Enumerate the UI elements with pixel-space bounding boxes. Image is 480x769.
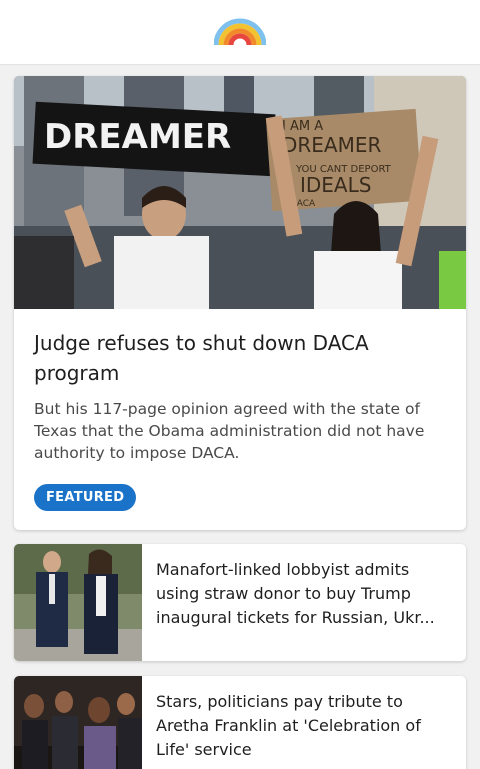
story-card[interactable]: Manafort-linked lobbyist admits using st… [14, 544, 466, 661]
rainbow-logo-icon[interactable] [214, 17, 266, 45]
app-header [0, 0, 480, 65]
sign-text-dreamer-2: DREAMER [282, 133, 382, 157]
story-title[interactable]: Manafort-linked lobbyist admits using st… [156, 558, 456, 630]
featured-story-description: But his 117-page opinion agreed with the… [34, 400, 425, 462]
featured-story-card[interactable]: DREAMER I AM A DREAMER YOU CANT DEPORT I… [14, 76, 466, 530]
featured-story-photo: DREAMER I AM A DREAMER YOU CANT DEPORT I… [14, 76, 466, 309]
featured-story-title[interactable]: Judge refuses to shut down DACA program [34, 328, 454, 388]
story-card[interactable]: Stars, politicians pay tribute to Aretha… [14, 676, 466, 769]
story-thumbnail [14, 544, 142, 661]
story-title[interactable]: Stars, politicians pay tribute to Aretha… [156, 690, 456, 762]
story-thumbnail [14, 676, 142, 769]
sign-text-i-am-a: I AM A [282, 119, 323, 134]
sign-text-dreamer: DREAMER [44, 117, 231, 157]
featured-badge: FEATURED [34, 484, 137, 511]
sign-text-ideals: IDEALS [300, 173, 371, 197]
